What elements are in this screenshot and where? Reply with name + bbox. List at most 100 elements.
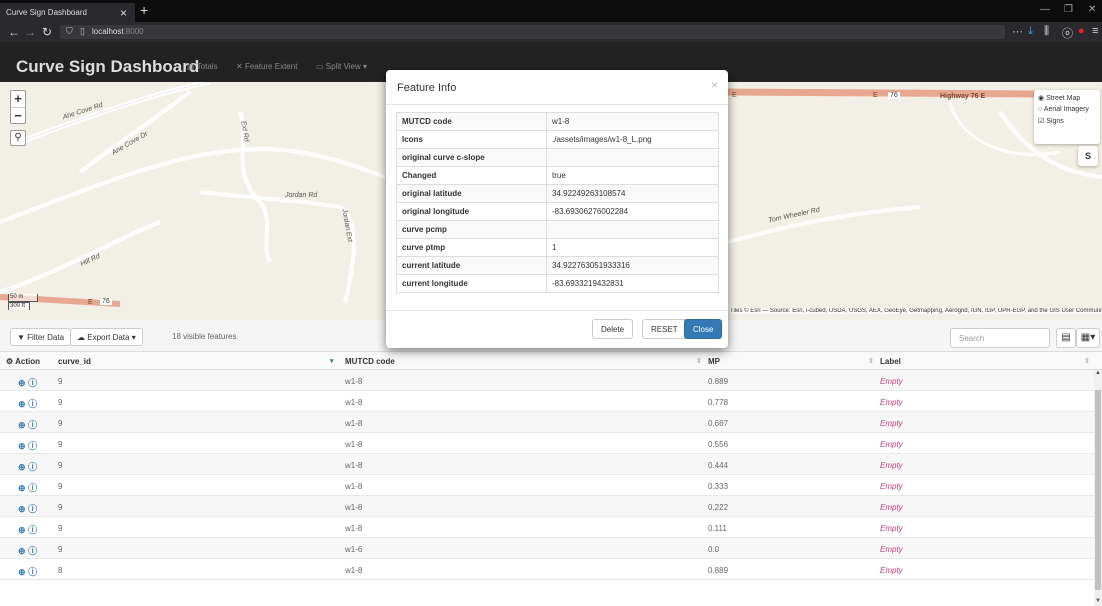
table-row[interactable]: ⊕ ⓘ 9 w1-8 0.111 Empty [0, 517, 1094, 538]
data-table-panel: ▼ Filter Data ☁ Export Data ▾ 18 visible… [0, 320, 1102, 606]
cell-mutcd: w1-8 [345, 440, 363, 449]
cell-curve-id: 9 [58, 482, 63, 491]
cell-mutcd: w1-8 [345, 419, 363, 428]
header-curve-id[interactable]: curve_id [58, 357, 91, 366]
export-data-button[interactable]: ☁ Export Data ▾ [70, 328, 143, 346]
cell-curve-id: 8 [58, 566, 63, 575]
modal-title: Feature Info [397, 82, 457, 94]
delete-button[interactable]: Delete [592, 319, 634, 339]
field-key: Icons [396, 130, 547, 149]
info-icon[interactable]: ⓘ [28, 462, 37, 472]
zoom-to-icon[interactable]: ⊕ [18, 567, 26, 577]
close-button[interactable]: Close [684, 319, 723, 339]
library-icon[interactable]: ⫼ [1044, 25, 1049, 38]
cell-label[interactable]: Empty [880, 440, 903, 449]
sort-icon[interactable]: ⇕ [1084, 357, 1090, 365]
zoom-to-icon[interactable]: ⊕ [18, 420, 26, 430]
table-row[interactable]: ⊕ ⓘ 9 w1-8 0.778 Empty [0, 391, 1094, 412]
sort-desc-icon[interactable]: ▾ [330, 357, 334, 365]
more-icon[interactable]: ⋯ [1012, 25, 1023, 38]
cell-label[interactable]: Empty [880, 503, 903, 512]
close-tab-icon[interactable]: × [120, 6, 127, 20]
table-row[interactable]: ⊕ ⓘ 9 w1-8 0.667 Empty [0, 412, 1094, 433]
field-value: w1-8 [546, 112, 719, 131]
card-view-icon[interactable]: ▤ [1056, 328, 1076, 348]
table-row[interactable]: ⊕ ⓘ 9 w1-8 0.889 Empty [0, 370, 1094, 391]
back-icon[interactable]: ← [8, 25, 20, 39]
table-row[interactable]: ⊕ ⓘ 8 w1-8 0.889 Empty [0, 559, 1094, 580]
info-icon[interactable]: ⓘ [28, 378, 37, 388]
info-icon[interactable]: ⓘ [28, 567, 37, 577]
header-label[interactable]: Label [880, 357, 901, 366]
filter-data-button[interactable]: ▼ Filter Data [10, 328, 72, 346]
info-icon[interactable]: ⓘ [28, 420, 37, 430]
url-bar[interactable]: ⛉ ▯ localhost:8000 [60, 25, 1005, 39]
modal-close-icon[interactable]: × [711, 78, 718, 92]
zoom-to-icon[interactable]: ⊕ [18, 546, 26, 556]
field-value: 1 [546, 238, 719, 257]
cell-label[interactable]: Empty [880, 419, 903, 428]
sort-icon[interactable]: ⇕ [696, 357, 702, 365]
map-search-icon[interactable]: ⚲ [10, 130, 26, 146]
feature-field-row: Icons ./assets/images/w1-8_L.png [396, 130, 719, 149]
forward-icon[interactable]: → [24, 25, 36, 39]
menu-icon[interactable]: ≡ [1092, 25, 1098, 37]
zoom-in-button[interactable]: + [11, 91, 25, 107]
url-port: :8000 [123, 27, 144, 36]
page-icon: ▯ [80, 26, 85, 36]
cell-label[interactable]: Empty [880, 461, 903, 470]
layer-aerial-imagery[interactable]: ○ Aerial Imagery [1038, 106, 1096, 113]
cell-label[interactable]: Empty [880, 545, 903, 554]
reload-icon[interactable]: ↻ [42, 25, 52, 39]
table-row[interactable]: ⊕ ⓘ 9 w1-8 0.444 Empty [0, 454, 1094, 475]
search-input[interactable]: Search [950, 328, 1050, 348]
table-row[interactable]: ⊕ ⓘ 9 w1-8 0.333 Empty [0, 475, 1094, 496]
nav-split-view[interactable]: ▭ Split View ▾ [316, 62, 367, 71]
extension-icon[interactable]: ● [1078, 25, 1085, 37]
zoom-to-icon[interactable]: ⊕ [18, 525, 26, 535]
cell-label[interactable]: Empty [880, 482, 903, 491]
info-icon[interactable]: ⓘ [28, 525, 37, 535]
maximize-icon[interactable]: ❐ [1064, 4, 1073, 15]
sort-icon[interactable]: ⇕ [868, 357, 874, 365]
reset-button[interactable]: RESET [642, 319, 687, 339]
zoom-to-icon[interactable]: ⊕ [18, 441, 26, 451]
info-icon[interactable]: ⓘ [28, 441, 37, 451]
nav-totals[interactable]: ▥ Totals [187, 62, 218, 71]
zoom-to-icon[interactable]: ⊕ [18, 504, 26, 514]
window-close-icon[interactable]: ✕ [1088, 4, 1096, 15]
info-icon[interactable]: ⓘ [28, 546, 37, 556]
minimize-icon[interactable]: — [1040, 4, 1050, 15]
cell-label[interactable]: Empty [880, 398, 903, 407]
zoom-to-icon[interactable]: ⊕ [18, 399, 26, 409]
layer-signs[interactable]: ☑ Signs [1038, 117, 1096, 125]
account-icon[interactable]: ⓞ [1062, 25, 1073, 41]
columns-icon[interactable]: ▦▾ [1076, 328, 1100, 348]
info-icon[interactable]: ⓘ [28, 483, 37, 493]
zoom-to-icon[interactable]: ⊕ [18, 378, 26, 388]
info-icon[interactable]: ⓘ [28, 504, 37, 514]
cell-label[interactable]: Empty [880, 377, 903, 386]
table-scrollbar[interactable]: ▲ ▼ [1094, 370, 1102, 606]
zoom-to-icon[interactable]: ⊕ [18, 462, 26, 472]
zoom-out-button[interactable]: − [11, 107, 25, 123]
zoom-to-icon[interactable]: ⊕ [18, 483, 26, 493]
browser-tab[interactable]: Curve Sign Dashboard × [0, 3, 135, 22]
new-tab-icon[interactable]: + [140, 2, 148, 18]
download-icon[interactable]: ⤓ [1028, 25, 1033, 38]
cell-label[interactable]: Empty [880, 566, 903, 575]
info-icon[interactable]: ⓘ [28, 399, 37, 409]
table-row[interactable]: ⊕ ⓘ 9 w1-6 0.0 Empty [0, 538, 1094, 559]
route-shield: E [88, 299, 93, 306]
layer-street-map[interactable]: ◉ Street Map [1038, 94, 1096, 102]
header-mutcd[interactable]: MUTCD code [345, 357, 395, 366]
scroll-down-icon: ▼ [1095, 598, 1101, 604]
header-mp[interactable]: MP [708, 357, 720, 366]
table-row[interactable]: ⊕ ⓘ 9 w1-8 0.222 Empty [0, 496, 1094, 517]
cell-mutcd: w1-8 [345, 482, 363, 491]
cell-label[interactable]: Empty [880, 524, 903, 533]
table-row[interactable]: ⊕ ⓘ 9 w1-8 0.556 Empty [0, 433, 1094, 454]
nav-feature-extent[interactable]: ✕ Feature Extent [236, 62, 297, 71]
s-button[interactable]: S [1078, 146, 1098, 166]
gear-icon: ⚙ [6, 357, 14, 366]
